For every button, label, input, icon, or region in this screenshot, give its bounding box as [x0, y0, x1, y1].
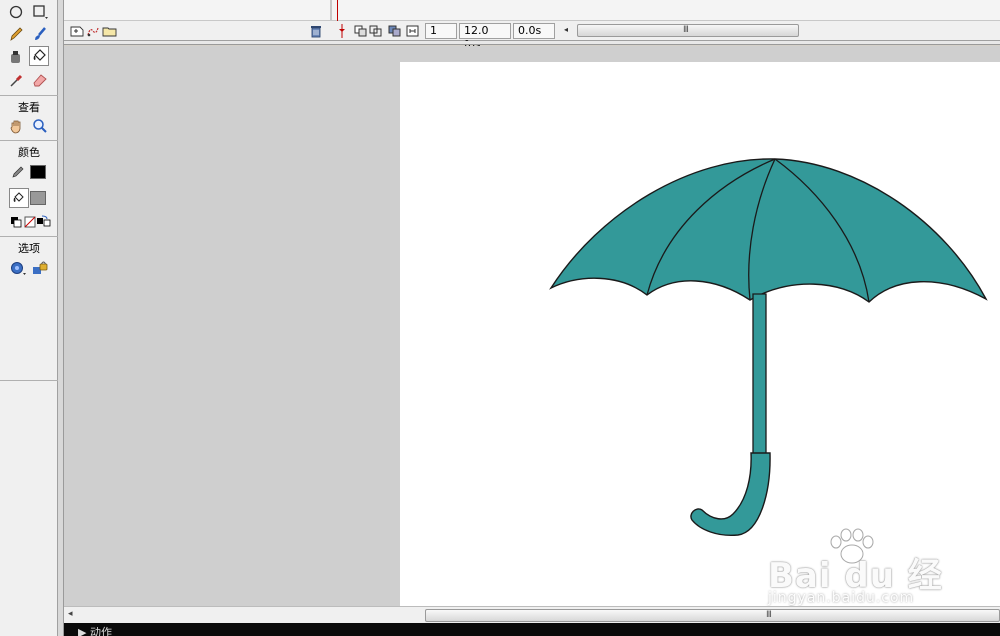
colors-section-label: 颜色 — [18, 146, 40, 159]
edit-bar — [64, 41, 1000, 45]
playhead[interactable] — [337, 0, 338, 21]
options-section-label: 选项 — [18, 242, 40, 255]
actions-panel-label[interactable]: ▶ 动作 — [78, 624, 112, 636]
timeline-status-bar: 1 12.0 fps 0.0s ◂ III — [64, 21, 1000, 51]
scroll-left-arrow-icon[interactable]: ◂ — [68, 609, 73, 619]
zoom-tool-icon[interactable] — [30, 116, 50, 136]
modify-onion-markers-icon[interactable] — [406, 23, 420, 39]
stage-scroll-grip: III — [766, 610, 772, 620]
stage-horizontal-scrollbar[interactable]: ◂ III — [64, 606, 1000, 623]
stage-scroll-thumb[interactable]: III — [425, 609, 1000, 622]
fill-color-bucket-icon — [9, 188, 29, 208]
rectangle-tool-icon[interactable] — [30, 2, 50, 22]
umbrella-drawing[interactable] — [400, 62, 1000, 608]
eraser-tool-icon[interactable] — [30, 70, 50, 90]
gap-size-icon[interactable] — [8, 258, 28, 278]
center-frame-icon[interactable] — [336, 23, 348, 39]
stroke-color-swatch[interactable] — [30, 165, 46, 179]
hand-tool-icon[interactable] — [6, 116, 26, 136]
toolbox: 查看 颜色 选项 — [0, 0, 58, 636]
insert-layer-folder-icon[interactable] — [102, 23, 118, 39]
flash-authoring-window: 查看 颜色 选项 1 12.0 0.0s ◂ III Bai du 经 jing… — [0, 0, 1000, 636]
actions-panel-header[interactable]: ▶ 动作 — [64, 623, 1000, 636]
swap-colors-icon[interactable] — [34, 212, 54, 232]
paint-bucket-tool-icon[interactable] — [29, 46, 49, 66]
timeline-frames-area[interactable] — [64, 0, 1000, 42]
eyedropper-tool-icon[interactable] — [6, 70, 26, 90]
stage[interactable] — [400, 62, 1000, 608]
frame-rate-field[interactable]: 12.0 fps — [459, 23, 511, 51]
view-section-label: 查看 — [18, 101, 40, 114]
stroke-color-pencil-icon — [8, 162, 28, 182]
timeline-scroll-grip: III — [683, 25, 689, 35]
fill-color-swatch[interactable] — [30, 191, 46, 205]
delete-layer-icon[interactable] — [308, 23, 324, 39]
edit-multiple-frames-icon[interactable] — [388, 23, 402, 39]
current-frame-field: 1 — [425, 23, 457, 39]
ink-bottle-tool-icon[interactable] — [6, 47, 26, 67]
onion-skin-outlines-icon[interactable] — [369, 23, 383, 39]
pencil-tool-icon[interactable] — [6, 24, 26, 44]
elapsed-time-field: 0.0s — [513, 23, 555, 39]
add-motion-guide-icon[interactable] — [86, 23, 100, 39]
timeline-scroll-left-arrow-icon[interactable]: ◂ — [564, 25, 568, 34]
brush-tool-icon[interactable] — [30, 24, 50, 44]
lock-fill-icon[interactable] — [30, 258, 50, 278]
insert-layer-icon[interactable] — [70, 23, 84, 39]
onion-skin-icon[interactable] — [354, 23, 368, 39]
timeline-scroll-thumb[interactable]: III — [577, 24, 799, 37]
oval-tool-icon[interactable] — [6, 2, 26, 22]
work-area[interactable] — [64, 46, 1000, 608]
